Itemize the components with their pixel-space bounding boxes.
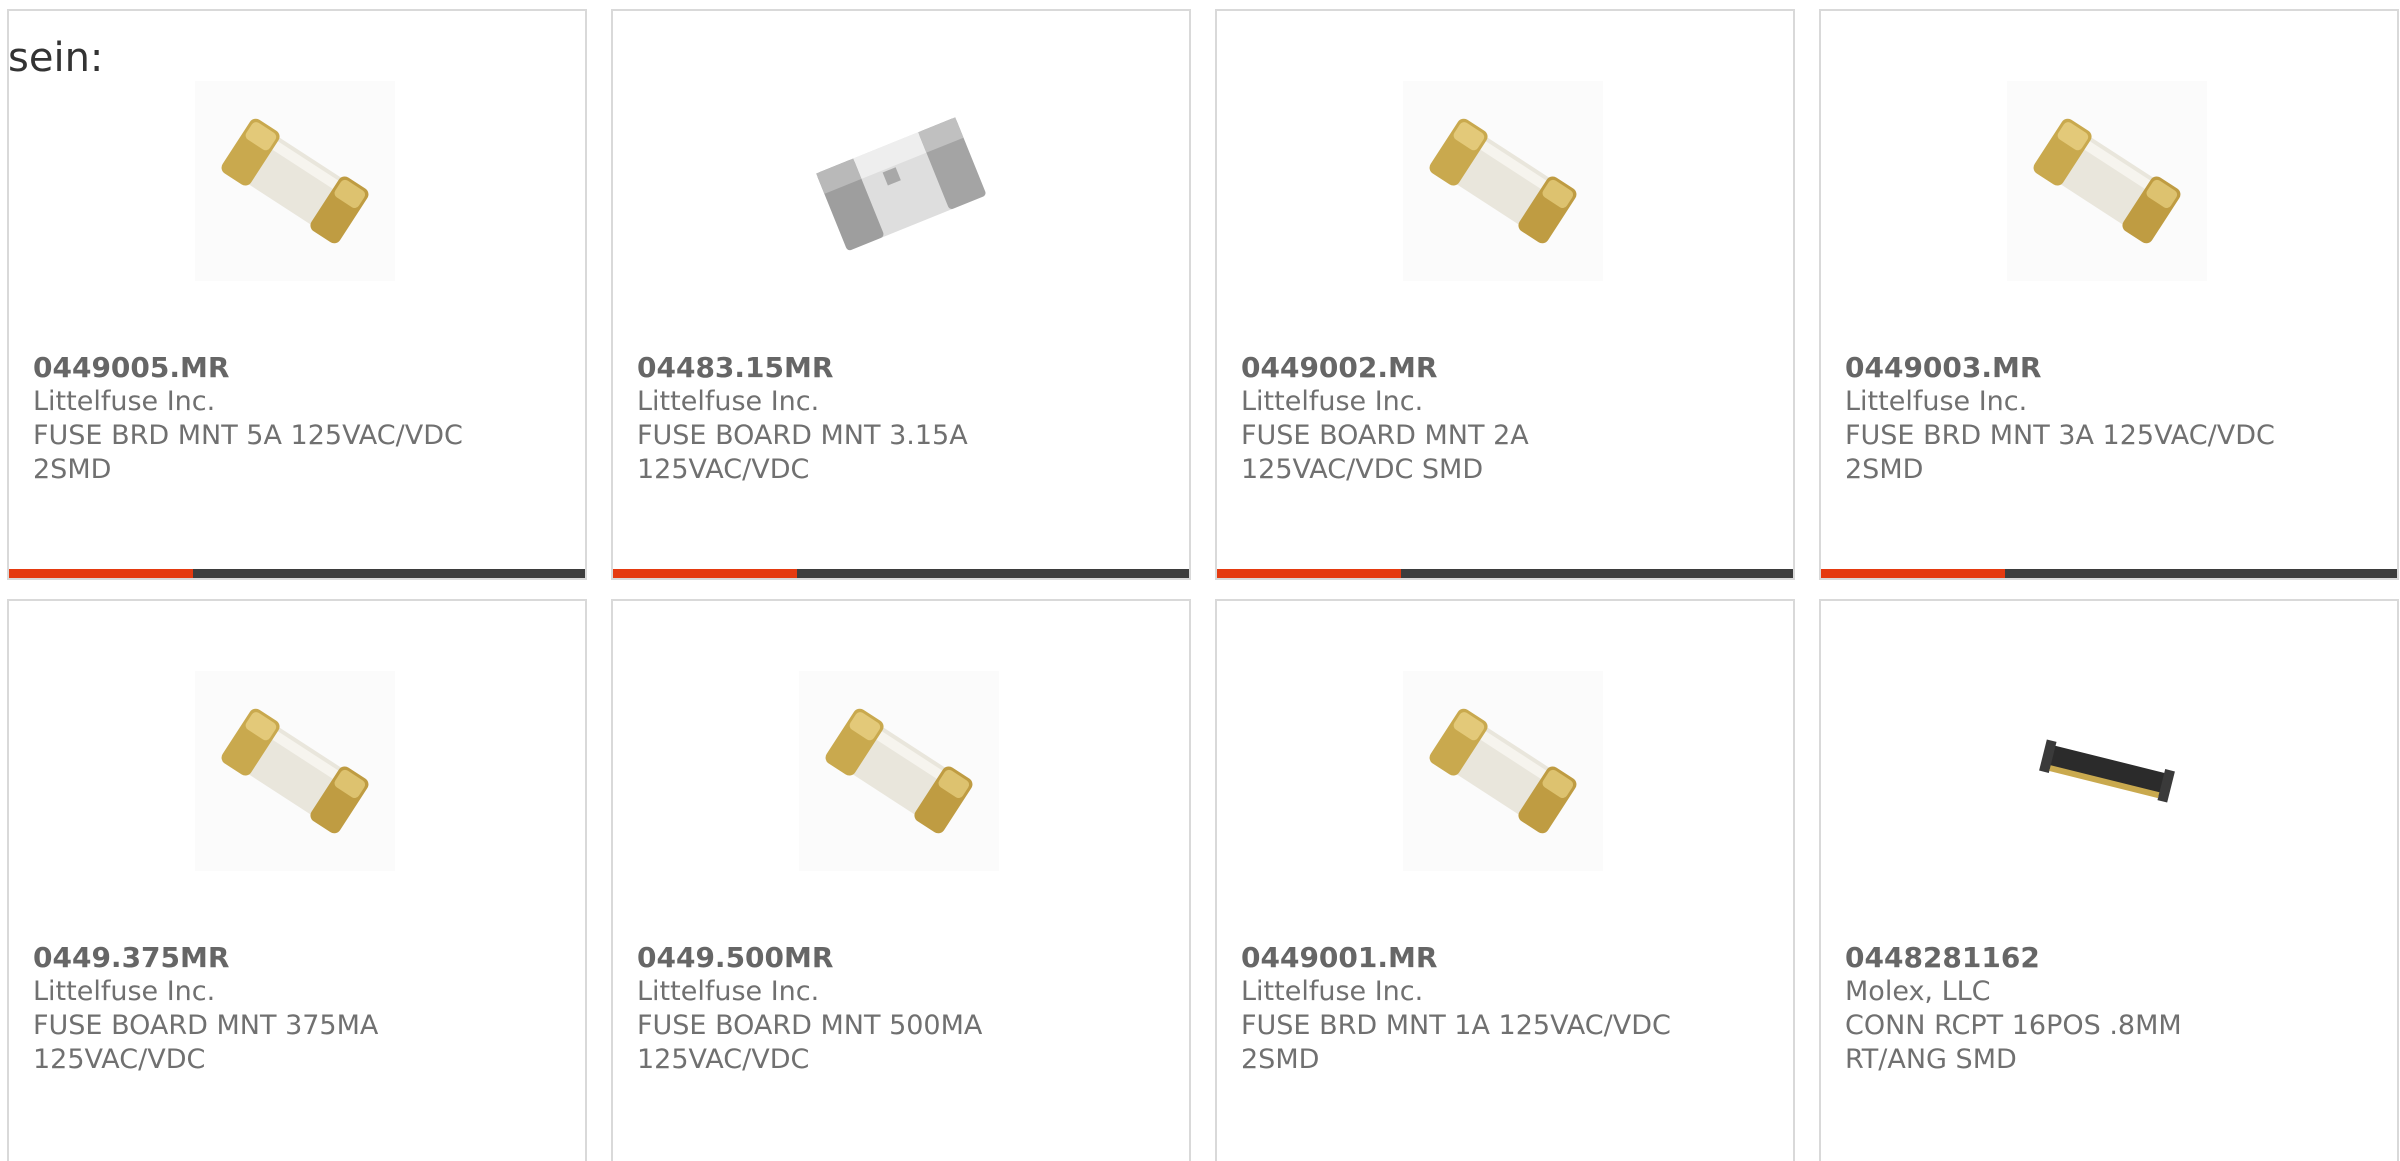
part-number-link[interactable]: 0449001.MR — [1241, 941, 1769, 975]
product-info: 0449002.MR Littelfuse Inc. FUSE BOARD MNT … — [1241, 351, 1769, 487]
fuse-gold-icon[interactable] — [195, 81, 395, 281]
product-info: 0449.375MR Littelfuse Inc. FUSE BOARD MNT … — [33, 941, 561, 1077]
manufacturer: Littelfuse Inc. — [1241, 386, 1424, 417]
description: FUSE BOARD MNT 3.15A 125VAC/VDC — [637, 420, 968, 485]
progress-bar — [1821, 569, 2397, 578]
progress-fill — [1217, 569, 1402, 578]
fuse-gold-icon[interactable] — [195, 671, 395, 871]
progress-bar — [9, 569, 585, 578]
fuse-gold-icon[interactable] — [1403, 81, 1603, 281]
part-number-link[interactable]: 0449003.MR — [1845, 351, 2373, 385]
progress-fill — [9, 569, 194, 578]
product-info: 0449003.MR Littelfuse Inc. FUSE BRD MNT 3A… — [1845, 351, 2373, 487]
description: FUSE BOARD MNT 375MA 125VAC/VDC — [33, 1010, 379, 1075]
progress-fill — [1821, 569, 2006, 578]
fuse-gold-icon[interactable] — [2007, 81, 2207, 281]
product-grid: 0449005.MR Littelfuse Inc. FUSE BRD MNT 5A… — [7, 9, 2400, 1161]
product-card[interactable]: 04483.15MR Littelfuse Inc. FUSE BOARD MNT … — [611, 9, 1191, 580]
product-info: 0449.500MR Littelfuse Inc. FUSE BOARD MNT … — [637, 941, 1165, 1077]
description: CONN RCPT 16POS .8MM RT/ANG SMD — [1845, 1010, 2182, 1075]
manufacturer: Molex, LLC — [1845, 976, 1991, 1007]
product-card[interactable]: 0449001.MR Littelfuse Inc. FUSE BRD MNT 1A… — [1215, 599, 1795, 1161]
product-card[interactable]: 0449.500MR Littelfuse Inc. FUSE BOARD MNT … — [611, 599, 1191, 1161]
product-card[interactable]: 0449.375MR Littelfuse Inc. FUSE BOARD MNT … — [7, 599, 587, 1161]
progress-bar — [1217, 569, 1793, 578]
manufacturer: Littelfuse Inc. — [637, 386, 820, 417]
connector-icon[interactable] — [2007, 671, 2207, 871]
description: FUSE BRD MNT 3A 125VAC/VDC 2SMD — [1845, 420, 2275, 485]
fuse-gray-icon[interactable] — [799, 81, 999, 281]
manufacturer: Littelfuse Inc. — [1241, 976, 1424, 1007]
manufacturer: Littelfuse Inc. — [1845, 386, 2028, 417]
description: FUSE BOARD MNT 2A 125VAC/VDC SMD — [1241, 420, 1529, 485]
manufacturer: Littelfuse Inc. — [637, 976, 820, 1007]
description: FUSE BRD MNT 1A 125VAC/VDC 2SMD — [1241, 1010, 1671, 1075]
fuse-gold-icon[interactable] — [1403, 671, 1603, 871]
manufacturer: Littelfuse Inc. — [33, 386, 216, 417]
product-card[interactable]: 0449005.MR Littelfuse Inc. FUSE BRD MNT 5A… — [7, 9, 587, 580]
fuse-gold-icon[interactable] — [799, 671, 999, 871]
product-info: 0449001.MR Littelfuse Inc. FUSE BRD MNT 1A… — [1241, 941, 1769, 1077]
product-card[interactable]: 0449002.MR Littelfuse Inc. FUSE BOARD MNT … — [1215, 9, 1795, 580]
description: FUSE BRD MNT 5A 125VAC/VDC 2SMD — [33, 420, 463, 485]
part-number-link[interactable]: 0449.375MR — [33, 941, 561, 975]
part-number-link[interactable]: 0449005.MR — [33, 351, 561, 385]
intro-text: sein: — [8, 35, 104, 81]
product-info: 0449005.MR Littelfuse Inc. FUSE BRD MNT 5A… — [33, 351, 561, 487]
page: sein: 0449005.MR Littelfuse Inc. FUSE BRD … — [0, 0, 2400, 1161]
part-number-link[interactable]: 04483.15MR — [637, 351, 1165, 385]
product-card[interactable]: 0448281162 Molex, LLC CONN RCPT 16POS .8MM… — [1819, 599, 2399, 1161]
manufacturer: Littelfuse Inc. — [33, 976, 216, 1007]
product-info: 04483.15MR Littelfuse Inc. FUSE BOARD MNT … — [637, 351, 1165, 487]
progress-bar — [613, 569, 1189, 578]
part-number-link[interactable]: 0448281162 — [1845, 941, 2373, 975]
description: FUSE BOARD MNT 500MA 125VAC/VDC — [637, 1010, 983, 1075]
product-card[interactable]: 0449003.MR Littelfuse Inc. FUSE BRD MNT 3A… — [1819, 9, 2399, 580]
part-number-link[interactable]: 0449002.MR — [1241, 351, 1769, 385]
product-info: 0448281162 Molex, LLC CONN RCPT 16POS .8MM… — [1845, 941, 2373, 1077]
progress-fill — [613, 569, 798, 578]
part-number-link[interactable]: 0449.500MR — [637, 941, 1165, 975]
